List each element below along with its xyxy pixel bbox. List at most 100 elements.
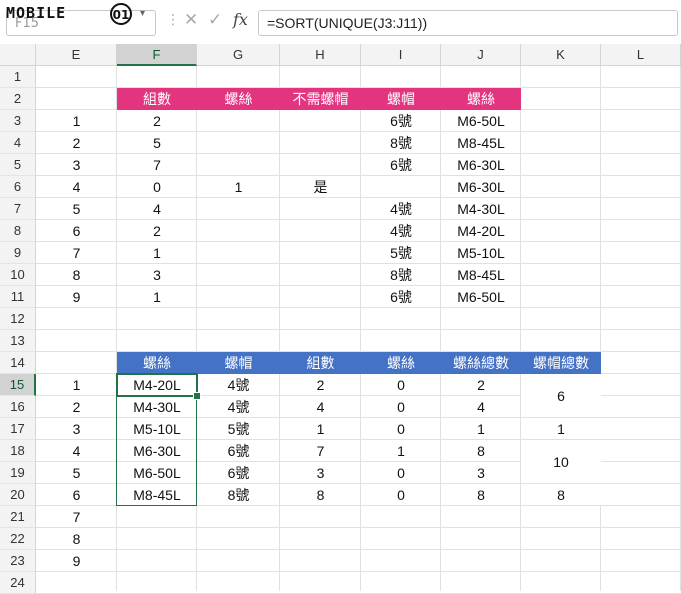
table1-cell-g[interactable]: 1: [197, 176, 280, 198]
table1-cell-i[interactable]: 5號: [361, 242, 441, 264]
row-header-14[interactable]: 14: [0, 352, 36, 374]
table2-header-cell[interactable]: 螺帽總數: [521, 352, 601, 374]
table1-cell-i[interactable]: 4號: [361, 198, 441, 220]
column-header-h[interactable]: H: [280, 44, 361, 66]
row-header-10[interactable]: 10: [0, 264, 36, 286]
table2-header-cell[interactable]: 螺絲: [117, 352, 197, 374]
table2-header-cell[interactable]: 螺絲: [361, 352, 441, 374]
table1-cell-i[interactable]: 6號: [361, 286, 441, 308]
table2-cell-e[interactable]: 4: [36, 440, 117, 462]
table1-cell-j[interactable]: M8-45L: [441, 264, 521, 286]
table1-cell-e[interactable]: 2: [36, 132, 117, 154]
table1-cell-e[interactable]: 7: [36, 242, 117, 264]
table1-cell-e[interactable]: 1: [36, 110, 117, 132]
table1-header-cell[interactable]: 螺絲: [197, 88, 280, 110]
row-header-18[interactable]: 18: [0, 440, 36, 462]
table1-cell-f[interactable]: 1: [117, 242, 197, 264]
column-header-k[interactable]: K: [521, 44, 601, 66]
table1-cell-f[interactable]: 2: [117, 110, 197, 132]
table2-cell-e[interactable]: 2: [36, 396, 117, 418]
enter-icon[interactable]: ✓: [208, 10, 222, 30]
table2-cell-i[interactable]: 0: [361, 462, 441, 484]
column-header-l[interactable]: L: [601, 44, 681, 66]
row-header-13[interactable]: 13: [0, 330, 36, 352]
table1-cell-e[interactable]: 4: [36, 176, 117, 198]
table2-cell-h[interactable]: 8: [280, 484, 361, 506]
table2-cell-i[interactable]: 0: [361, 418, 441, 440]
table1-cell-j[interactable]: M5-10L: [441, 242, 521, 264]
table1-cell-j[interactable]: M6-30L: [441, 176, 521, 198]
table2-cell-h[interactable]: 1: [280, 418, 361, 440]
extra-index-cell[interactable]: 9: [36, 550, 117, 572]
table2-cell-g[interactable]: 4號: [197, 396, 280, 418]
table1-cell-f[interactable]: 2: [117, 220, 197, 242]
table2-cell-j[interactable]: 2: [441, 374, 521, 396]
table2-cell-e[interactable]: 5: [36, 462, 117, 484]
formula-input[interactable]: =SORT(UNIQUE(J3:J11)): [258, 10, 678, 36]
table2-cell-h[interactable]: 7: [280, 440, 361, 462]
row-header-8[interactable]: 8: [0, 220, 36, 242]
table1-cell-h[interactable]: 是: [280, 176, 361, 198]
cancel-icon[interactable]: ✕: [184, 10, 198, 30]
table1-cell-e[interactable]: 5: [36, 198, 117, 220]
table2-merged-total[interactable]: 1: [521, 418, 601, 440]
table1-cell-f[interactable]: 4: [117, 198, 197, 220]
table2-header-cell[interactable]: 螺絲總數: [441, 352, 521, 374]
row-header-1[interactable]: 1: [0, 66, 36, 88]
row-header-3[interactable]: 3: [0, 110, 36, 132]
table1-cell-i[interactable]: 6號: [361, 154, 441, 176]
extra-index-cell[interactable]: 7: [36, 506, 117, 528]
table1-cell-f[interactable]: 3: [117, 264, 197, 286]
table2-cell-e[interactable]: 1: [36, 374, 117, 396]
row-header-22[interactable]: 22: [0, 528, 36, 550]
fill-handle[interactable]: [193, 392, 201, 400]
table2-merged-total[interactable]: 8: [521, 484, 601, 506]
table2-cell-i[interactable]: 0: [361, 374, 441, 396]
column-header-i[interactable]: I: [361, 44, 441, 66]
table2-cell-h[interactable]: 4: [280, 396, 361, 418]
table2-header-cell[interactable]: 螺帽: [197, 352, 280, 374]
column-header-j[interactable]: J: [441, 44, 521, 66]
table1-cell-j[interactable]: M4-20L: [441, 220, 521, 242]
table2-cell-h[interactable]: 2: [280, 374, 361, 396]
table1-cell-e[interactable]: 8: [36, 264, 117, 286]
table1-cell-f[interactable]: 5: [117, 132, 197, 154]
row-header-11[interactable]: 11: [0, 286, 36, 308]
table2-cell-j[interactable]: 3: [441, 462, 521, 484]
table1-cell-i[interactable]: 8號: [361, 264, 441, 286]
table2-cell-j[interactable]: 1: [441, 418, 521, 440]
table2-cell-g[interactable]: 4號: [197, 374, 280, 396]
active-cell[interactable]: [116, 373, 198, 397]
table1-cell-j[interactable]: M4-30L: [441, 198, 521, 220]
table1-header-cell[interactable]: 不需螺帽: [280, 88, 361, 110]
table1-cell-i[interactable]: 6號: [361, 110, 441, 132]
row-header-7[interactable]: 7: [0, 198, 36, 220]
table2-cell-g[interactable]: 8號: [197, 484, 280, 506]
insert-function-icon[interactable]: fx: [233, 10, 248, 29]
row-header-21[interactable]: 21: [0, 506, 36, 528]
table2-cell-j[interactable]: 4: [441, 396, 521, 418]
row-header-2[interactable]: 2: [0, 88, 36, 110]
table2-merged-total[interactable]: 10: [521, 440, 601, 484]
table2-cell-e[interactable]: 6: [36, 484, 117, 506]
table1-cell-j[interactable]: M6-30L: [441, 154, 521, 176]
table2-cell-g[interactable]: 6號: [197, 462, 280, 484]
row-header-20[interactable]: 20: [0, 484, 36, 506]
row-header-4[interactable]: 4: [0, 132, 36, 154]
table1-cell-j[interactable]: M8-45L: [441, 132, 521, 154]
column-header-g[interactable]: G: [197, 44, 280, 66]
row-header-9[interactable]: 9: [0, 242, 36, 264]
row-header-5[interactable]: 5: [0, 154, 36, 176]
table1-cell-j[interactable]: M6-50L: [441, 110, 521, 132]
row-header-19[interactable]: 19: [0, 462, 36, 484]
table1-cell-e[interactable]: 9: [36, 286, 117, 308]
table2-header-cell[interactable]: 組數: [280, 352, 361, 374]
chevron-down-icon[interactable]: ▾: [140, 8, 145, 19]
table2-cell-i[interactable]: 0: [361, 484, 441, 506]
table1-header-cell[interactable]: 組數: [117, 88, 197, 110]
table2-merged-total[interactable]: 6: [521, 374, 601, 418]
row-header-6[interactable]: 6: [0, 176, 36, 198]
table1-header-cell[interactable]: 螺絲: [441, 88, 521, 110]
table1-cell-e[interactable]: 3: [36, 154, 117, 176]
table2-cell-g[interactable]: 5號: [197, 418, 280, 440]
